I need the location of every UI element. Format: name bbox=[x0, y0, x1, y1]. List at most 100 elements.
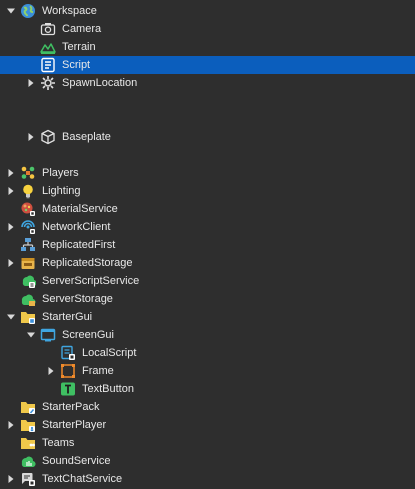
part-cube-icon bbox=[40, 129, 56, 145]
arrow-spacer bbox=[6, 290, 16, 308]
tree-item-screengui[interactable]: ScreenGui bbox=[0, 326, 415, 344]
tree-item-replicatedstorage[interactable]: ReplicatedStorage bbox=[0, 254, 415, 272]
tree-item-label: Camera bbox=[62, 23, 102, 35]
tree-item-starterpack[interactable]: StarterPack bbox=[0, 398, 415, 416]
tree-item-label: ScreenGui bbox=[62, 329, 114, 341]
replicated-first-icon bbox=[20, 237, 36, 253]
expand-arrow-icon[interactable] bbox=[26, 326, 36, 344]
tree-item-label: MaterialService bbox=[42, 203, 118, 215]
empty-row bbox=[0, 110, 415, 128]
explorer-panel: Workspace Camera Terrain Script SpawnLocatio… bbox=[0, 0, 415, 489]
players-icon bbox=[20, 165, 36, 181]
tree-item-label: Workspace bbox=[42, 5, 97, 17]
sound-service-icon bbox=[20, 453, 36, 469]
tree-item-label: TextButton bbox=[82, 383, 134, 395]
tree-item-workspace[interactable]: Workspace bbox=[0, 2, 415, 20]
screen-gui-icon bbox=[40, 327, 56, 343]
tree-item-label: StarterPlayer bbox=[42, 419, 107, 431]
tree-item-starterplayer[interactable]: StarterPlayer bbox=[0, 416, 415, 434]
tree-item-label: StarterGui bbox=[42, 311, 93, 323]
tree-item-soundservice[interactable]: SoundService bbox=[0, 452, 415, 470]
arrow-spacer bbox=[46, 380, 56, 398]
tree-item-script[interactable]: Script bbox=[0, 56, 415, 74]
tree-item-label: ReplicatedFirst bbox=[42, 239, 116, 251]
tree-item-label: ServerScriptService bbox=[42, 275, 140, 287]
tree-item-label: Script bbox=[62, 59, 91, 71]
text-chat-service-icon bbox=[20, 471, 36, 487]
expand-arrow-icon[interactable] bbox=[6, 308, 16, 326]
tree-item-lighting[interactable]: Lighting bbox=[0, 182, 415, 200]
material-service-icon bbox=[20, 201, 36, 217]
arrow-spacer bbox=[6, 200, 16, 218]
tree-item-label: ReplicatedStorage bbox=[42, 257, 133, 269]
tree-item-label: TextChatService bbox=[42, 473, 123, 485]
teams-folder-icon bbox=[20, 435, 36, 451]
collapse-arrow-icon[interactable] bbox=[6, 254, 16, 272]
local-script-icon bbox=[60, 345, 76, 361]
arrow-spacer bbox=[6, 398, 16, 416]
tree-item-teams[interactable]: Teams bbox=[0, 434, 415, 452]
script-icon bbox=[40, 57, 56, 73]
server-script-service-icon bbox=[20, 273, 36, 289]
tree-item-materialservice[interactable]: MaterialService bbox=[0, 200, 415, 218]
tree-item-spawnlocation[interactable]: SpawnLocation bbox=[0, 74, 415, 92]
server-storage-icon bbox=[20, 291, 36, 307]
tree-item-frame[interactable]: Frame bbox=[0, 362, 415, 380]
tree-item-label: SpawnLocation bbox=[62, 77, 138, 89]
tree-item-baseplate[interactable]: Baseplate bbox=[0, 128, 415, 146]
tree-item-label: LocalScript bbox=[82, 347, 137, 359]
arrow-spacer bbox=[46, 344, 56, 362]
frame-icon bbox=[60, 363, 76, 379]
tree-item-label: Lighting bbox=[42, 185, 81, 197]
expand-arrow-icon[interactable] bbox=[6, 2, 16, 20]
tree-item-serverscriptservice[interactable]: ServerScriptService bbox=[0, 272, 415, 290]
tree-item-label: Players bbox=[42, 167, 79, 179]
starter-player-folder-icon bbox=[20, 417, 36, 433]
collapse-arrow-icon[interactable] bbox=[26, 128, 36, 146]
arrow-spacer bbox=[6, 452, 16, 470]
tree-item-serverstorage[interactable]: ServerStorage bbox=[0, 290, 415, 308]
starter-pack-folder-icon bbox=[20, 399, 36, 415]
empty-row bbox=[0, 92, 415, 110]
network-client-icon bbox=[20, 219, 36, 235]
collapse-arrow-icon[interactable] bbox=[6, 182, 16, 200]
collapse-arrow-icon[interactable] bbox=[6, 164, 16, 182]
arrow-spacer bbox=[6, 236, 16, 254]
arrow-spacer bbox=[6, 434, 16, 452]
collapse-arrow-icon[interactable] bbox=[6, 416, 16, 434]
arrow-spacer bbox=[26, 56, 36, 74]
starter-gui-folder-icon bbox=[20, 309, 36, 325]
tree-item-label: ServerStorage bbox=[42, 293, 113, 305]
arrow-spacer bbox=[26, 38, 36, 56]
tree-item-camera[interactable]: Camera bbox=[0, 20, 415, 38]
tree-item-startergui[interactable]: StarterGui bbox=[0, 308, 415, 326]
tree-item-label: Terrain bbox=[62, 41, 96, 53]
tree-item-label: SoundService bbox=[42, 455, 111, 467]
collapse-arrow-icon[interactable] bbox=[6, 470, 16, 488]
tree-item-label: StarterPack bbox=[42, 401, 100, 413]
tree-item-players[interactable]: Players bbox=[0, 164, 415, 182]
text-button-icon bbox=[60, 381, 76, 397]
camera-icon bbox=[40, 21, 56, 37]
tree-item-label: Baseplate bbox=[62, 131, 111, 143]
empty-row bbox=[0, 146, 415, 164]
collapse-arrow-icon[interactable] bbox=[6, 218, 16, 236]
tree-item-networkclient[interactable]: NetworkClient bbox=[0, 218, 415, 236]
tree-item-label: Teams bbox=[42, 437, 75, 449]
arrow-spacer bbox=[6, 272, 16, 290]
tree-item-localscript[interactable]: LocalScript bbox=[0, 344, 415, 362]
lightbulb-icon bbox=[20, 183, 36, 199]
tree-item-textchatservice[interactable]: TextChatService bbox=[0, 470, 415, 488]
collapse-arrow-icon[interactable] bbox=[46, 362, 56, 380]
tree-item-terrain[interactable]: Terrain bbox=[0, 38, 415, 56]
terrain-icon bbox=[40, 39, 56, 55]
tree-item-label: Frame bbox=[82, 365, 114, 377]
collapse-arrow-icon[interactable] bbox=[26, 74, 36, 92]
globe-icon bbox=[20, 3, 36, 19]
tree-item-textbutton[interactable]: TextButton bbox=[0, 380, 415, 398]
arrow-spacer bbox=[26, 20, 36, 38]
replicated-storage-icon bbox=[20, 255, 36, 271]
tree-item-label: NetworkClient bbox=[42, 221, 111, 233]
tree-item-replicatedfirst[interactable]: ReplicatedFirst bbox=[0, 236, 415, 254]
spawn-gear-icon bbox=[40, 75, 56, 91]
